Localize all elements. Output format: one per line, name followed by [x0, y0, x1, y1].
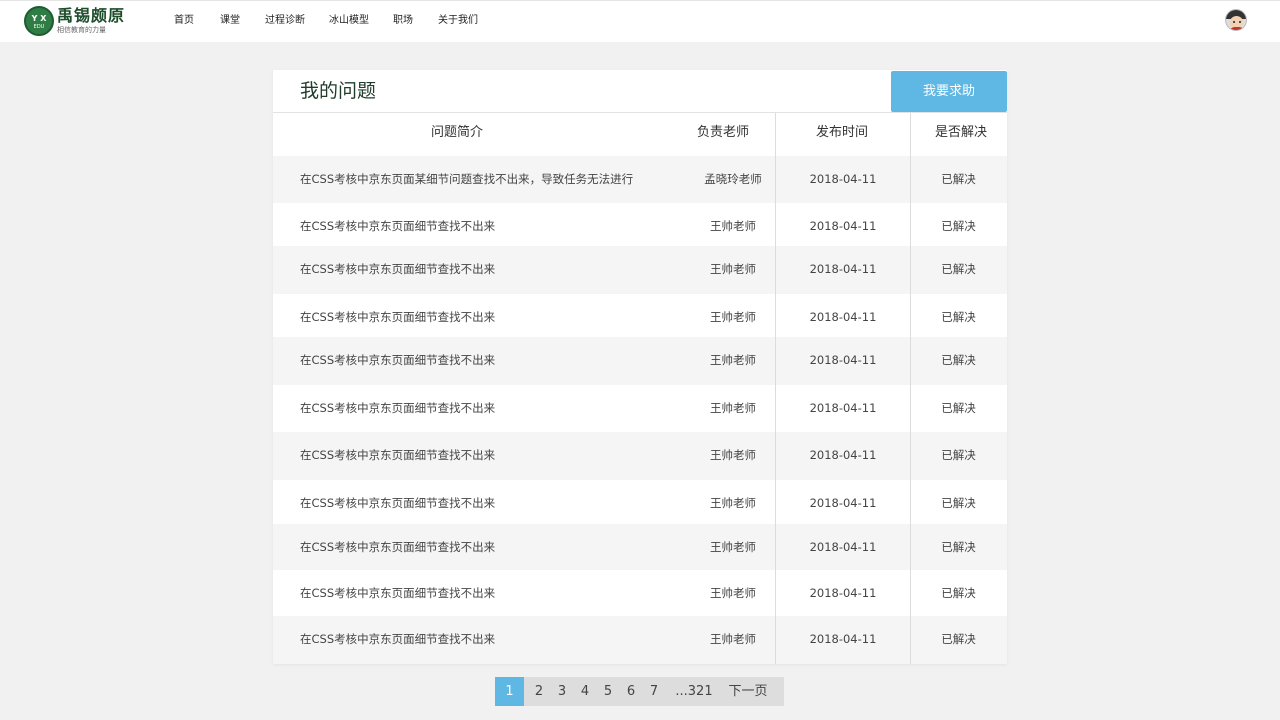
responsible-teacher: 王帅老师: [710, 353, 756, 367]
resolved-status: 已解决: [941, 586, 976, 600]
responsible-teacher: 王帅老师: [710, 586, 756, 600]
question-description: 在CSS考核中京东页面细节查找不出来: [300, 262, 496, 276]
responsible-teacher: 王帅老师: [710, 496, 756, 510]
question-description: 在CSS考核中京东页面细节查找不出来: [300, 353, 496, 367]
table-row[interactable]: 在CSS考核中京东页面细节查找不出来 王帅老师 2018-04-11 已解决: [273, 616, 1007, 664]
resolved-status: 已解决: [941, 172, 976, 186]
publish-date: 2018-04-11: [809, 496, 877, 510]
nav-process-diagnosis[interactable]: 过程诊断: [265, 14, 305, 28]
page-1[interactable]: 1: [495, 677, 524, 706]
publish-date: 2018-04-11: [809, 401, 877, 415]
column-header-description: 问题简介: [431, 125, 484, 140]
question-description: 在CSS考核中京东页面某细节问题查找不出来，导致任务无法进行: [300, 172, 634, 186]
column-header-date: 发布时间: [816, 125, 869, 140]
resolved-status: 已解决: [941, 540, 976, 554]
nav-home[interactable]: 首页: [174, 14, 194, 28]
avatar-eye: [1233, 21, 1235, 23]
resolved-status: 已解决: [941, 448, 976, 462]
column-divider: [775, 113, 776, 664]
title-divider: [273, 112, 1007, 113]
column-divider: [910, 113, 911, 664]
site-logo[interactable]: Y X EDU 禹锡颇原 相信教育的力量: [24, 6, 134, 36]
my-questions-card: 我的问题 我要求助 问题简介 负责老师 发布时间 是否解决 在CSS考核中京东页…: [273, 70, 1007, 664]
question-description: 在CSS考核中京东页面细节查找不出来: [300, 401, 496, 415]
publish-date: 2018-04-11: [809, 586, 877, 600]
page-5[interactable]: 5: [598, 677, 618, 706]
user-avatar[interactable]: [1225, 9, 1247, 31]
pagination: 1 2 3 4 5 6 7 ...321 下一页: [495, 677, 784, 706]
column-header-status: 是否解决: [935, 125, 988, 140]
page-4[interactable]: 4: [575, 677, 595, 706]
responsible-teacher: 王帅老师: [710, 262, 756, 276]
publish-date: 2018-04-11: [809, 172, 877, 186]
table-row[interactable]: 在CSS考核中京东页面细节查找不出来 王帅老师 2018-04-11 已解决: [273, 294, 1007, 337]
logo-name: 禹锡颇原: [57, 6, 126, 25]
publish-date: 2018-04-11: [809, 219, 877, 233]
top-header: Y X EDU 禹锡颇原 相信教育的力量 首页 课堂 过程诊断 冰山模型 职场 …: [0, 0, 1280, 42]
page-6[interactable]: 6: [621, 677, 641, 706]
responsible-teacher: 王帅老师: [710, 632, 756, 646]
question-description: 在CSS考核中京东页面细节查找不出来: [300, 586, 496, 600]
resolved-status: 已解决: [941, 219, 976, 233]
resolved-status: 已解决: [941, 496, 976, 510]
nav-workplace[interactable]: 职场: [393, 14, 413, 28]
publish-date: 2018-04-11: [809, 353, 877, 367]
table-row[interactable]: 在CSS考核中京东页面细节查找不出来 王帅老师 2018-04-11 已解决: [273, 385, 1007, 432]
page-2[interactable]: 2: [529, 677, 549, 706]
nav-iceberg-model[interactable]: 冰山模型: [329, 14, 369, 28]
page-7[interactable]: 7: [644, 677, 664, 706]
table-row[interactable]: 在CSS考核中京东页面某细节问题查找不出来，导致任务无法进行 孟晓玲老师 2018-…: [273, 156, 1007, 203]
table-row[interactable]: 在CSS考核中京东页面细节查找不出来 王帅老师 2018-04-11 已解决: [273, 246, 1007, 294]
table-row[interactable]: 在CSS考核中京东页面细节查找不出来 王帅老师 2018-04-11 已解决: [273, 524, 1007, 570]
table-row[interactable]: 在CSS考核中京东页面细节查找不出来 王帅老师 2018-04-11 已解决: [273, 480, 1007, 524]
logo-badge-bottom: EDU: [33, 24, 45, 30]
question-description: 在CSS考核中京东页面细节查找不出来: [300, 448, 496, 462]
question-description: 在CSS考核中京东页面细节查找不出来: [300, 540, 496, 554]
resolved-status: 已解决: [941, 401, 976, 415]
question-description: 在CSS考核中京东页面细节查找不出来: [300, 219, 496, 233]
column-header-teacher: 负责老师: [697, 125, 750, 140]
resolved-status: 已解决: [941, 632, 976, 646]
publish-date: 2018-04-11: [809, 540, 877, 554]
table-row[interactable]: 在CSS考核中京东页面细节查找不出来 王帅老师 2018-04-11 已解决: [273, 337, 1007, 385]
question-description: 在CSS考核中京东页面细节查找不出来: [300, 496, 496, 510]
table-row[interactable]: 在CSS考核中京东页面细节查找不出来 王帅老师 2018-04-11 已解决: [273, 570, 1007, 616]
logo-badge-top: Y X: [31, 14, 47, 23]
table-row[interactable]: 在CSS考核中京东页面细节查找不出来 王帅老师 2018-04-11 已解决: [273, 203, 1007, 246]
responsible-teacher: 王帅老师: [710, 448, 756, 462]
publish-date: 2018-04-11: [809, 632, 877, 646]
logo-badge-icon: Y X EDU: [24, 6, 54, 36]
responsible-teacher: 孟晓玲老师: [704, 172, 762, 186]
next-page-button[interactable]: 下一页: [721, 677, 775, 706]
avatar-shirt: [1229, 27, 1245, 30]
page-title: 我的问题: [300, 80, 377, 102]
responsible-teacher: 王帅老师: [710, 219, 756, 233]
responsible-teacher: 王帅老师: [710, 310, 756, 324]
publish-date: 2018-04-11: [809, 448, 877, 462]
responsible-teacher: 王帅老师: [710, 540, 756, 554]
question-description: 在CSS考核中京东页面细节查找不出来: [300, 310, 496, 324]
nav-about-us[interactable]: 关于我们: [438, 14, 478, 28]
resolved-status: 已解决: [941, 262, 976, 276]
resolved-status: 已解决: [941, 353, 976, 367]
avatar-eye: [1239, 21, 1241, 23]
table-row[interactable]: 在CSS考核中京东页面细节查找不出来 王帅老师 2018-04-11 已解决: [273, 432, 1007, 480]
page-3[interactable]: 3: [552, 677, 572, 706]
nav-classroom[interactable]: 课堂: [220, 14, 240, 28]
resolved-status: 已解决: [941, 310, 976, 324]
publish-date: 2018-04-11: [809, 262, 877, 276]
responsible-teacher: 王帅老师: [710, 401, 756, 415]
page-last[interactable]: ...321: [670, 677, 718, 706]
question-description: 在CSS考核中京东页面细节查找不出来: [300, 632, 496, 646]
request-help-button[interactable]: 我要求助: [891, 71, 1007, 112]
publish-date: 2018-04-11: [809, 310, 877, 324]
logo-slogan: 相信教育的力量: [57, 26, 106, 34]
